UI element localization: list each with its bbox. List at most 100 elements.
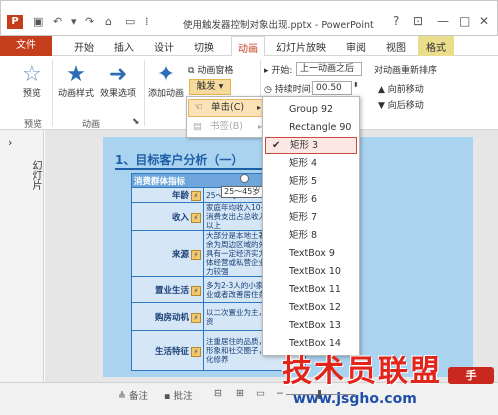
submenu-item[interactable]: 矩形 4 [265, 155, 357, 172]
dropdown-arrow-icon[interactable]: ▾ [71, 15, 77, 28]
trigger-menu: ☜ 单击(C) ▸ ▤ 书签(B) ▸ [186, 96, 268, 138]
notes-button[interactable]: ≜ 备注 [118, 388, 148, 402]
effect-options-label: 效果选项 [100, 89, 137, 99]
slideshow-icon[interactable]: ▭ [125, 15, 135, 28]
animation-tag-icon[interactable]: ⚡ [191, 285, 201, 296]
submenu-item[interactable]: 矩形 8 [265, 227, 357, 244]
slide-sorter-icon[interactable]: ⊞ [236, 388, 244, 399]
down-triangle-icon: ▼ [378, 101, 385, 111]
animation-tag-icon[interactable]: ⚡ [191, 191, 201, 201]
powerpoint-app-icon[interactable]: P [7, 15, 23, 29]
tab-slideshow[interactable]: 幻灯片放映 [276, 39, 326, 54]
normal-view-icon[interactable]: ⊟ [214, 388, 222, 399]
checkmark-icon: ✔ [272, 140, 281, 151]
tab-animations[interactable]: 动画 [231, 36, 265, 57]
close-button[interactable]: ✕ [479, 14, 489, 28]
title-underline [115, 168, 275, 170]
right-arrow-icon: ➜ [108, 62, 128, 87]
duration-label: 持续时间: [274, 85, 314, 95]
submenu-arrow-icon: ▸ [256, 103, 261, 112]
submenu-item[interactable]: Rectangle 90 [265, 119, 357, 136]
start-row: ▸ 开始: [264, 63, 292, 76]
reading-view-icon[interactable]: ▭ [256, 388, 265, 399]
effect-options-button[interactable]: ➜ 效果选项 [100, 62, 137, 100]
menu-item-bookmark: ▤ 书签(B) ▸ [188, 118, 267, 136]
menu-item-on-click[interactable]: ☜ 单击(C) ▸ [188, 99, 267, 117]
notes-label: 备注 [129, 391, 149, 402]
submenu-item[interactable]: 矩形 5 [265, 173, 357, 190]
row-label-motive: 购房动机 ⚡ [131, 302, 204, 331]
title-bar: P ▣ ↶ ▾ ↷ ⌂ ▭ ⁞ 使用触发器控制对象出现.pptx - Power… [0, 0, 498, 36]
move-later-button[interactable]: ▼ 向后移动 [378, 98, 424, 111]
move-earlier-label: 向前移动 [387, 85, 424, 95]
submenu-item-selected[interactable]: ✔ 矩形 3 [265, 137, 357, 154]
save-icon[interactable]: ▣ [33, 15, 43, 28]
row-label-age: 年龄 ⚡ [131, 187, 204, 203]
tab-transitions[interactable]: 切换 [194, 39, 214, 54]
thumbnail-pane-label: 幻灯片 [30, 160, 41, 190]
animation-tag-icon[interactable]: ⚡ [191, 312, 201, 323]
add-animation-label: 添加动画 [148, 89, 185, 99]
redo-icon[interactable]: ↷ [85, 15, 94, 28]
preview-star-icon: ☆ [22, 62, 42, 87]
duration-input[interactable]: 00.50 [312, 81, 352, 95]
start-dropdown[interactable]: 上一动画之后 [296, 62, 362, 76]
comments-button[interactable]: ▪ 批注 [164, 388, 193, 402]
submenu-item-label: 矩形 3 [290, 140, 319, 151]
preview-button[interactable]: ☆ 预览 [22, 62, 42, 100]
menu-item-label: 单击(C) [211, 102, 245, 113]
selected-shape-rectangle-3[interactable]: 25～45岁 [221, 186, 267, 198]
tab-file[interactable]: 文件 [0, 36, 52, 56]
dialog-launcher-icon[interactable]: ⬊ [132, 117, 140, 127]
rotation-handle[interactable] [240, 174, 249, 183]
trigger-button[interactable]: 触发 ▾ [189, 79, 231, 95]
group-label-animation: 动画 [82, 120, 101, 130]
submenu-item[interactable]: 矩形 6 [265, 191, 357, 208]
submenu-item[interactable]: TextBox 9 [265, 245, 357, 262]
animation-tag-icon[interactable]: ⚡ [191, 212, 201, 223]
watermark-badge: 手 [448, 367, 494, 384]
animation-pane-label: 动画窗格 [197, 66, 234, 76]
tab-review[interactable]: 审阅 [346, 39, 366, 54]
submenu-item[interactable]: TextBox 11 [265, 281, 357, 298]
tab-format[interactable]: 格式 [418, 36, 454, 56]
clock-icon: ◷ [264, 85, 272, 95]
row-label-lifestyle: 生活特征 ⚡ [131, 330, 204, 371]
submenu-item[interactable]: TextBox 13 [265, 317, 357, 334]
slide-title[interactable]: 1、目标客户分析（一） [115, 151, 243, 168]
present-icon[interactable]: ⌂ [105, 15, 112, 28]
watermark-url: www.jsgho.com [293, 391, 417, 407]
submenu-item[interactable]: TextBox 12 [265, 299, 357, 316]
add-animation-button[interactable]: ✦ 添加动画 [148, 64, 185, 100]
ribbon-display-icon[interactable]: ⊡ [413, 14, 423, 28]
animation-pane-button[interactable]: ⧉ 动画窗格 [188, 63, 233, 76]
tab-home[interactable]: 开始 [74, 39, 94, 54]
maximize-button[interactable]: □ [459, 14, 470, 28]
tab-view[interactable]: 视图 [386, 39, 406, 54]
animation-styles-button[interactable]: ★ 动画样式 [58, 64, 94, 100]
bookmark-icon: ▤ [193, 121, 202, 132]
customize-quick-access-icon[interactable]: ⁞ [145, 15, 149, 28]
animation-tag-icon[interactable]: ⚡ [191, 346, 201, 357]
watermark-logo-text: 技术员联盟 [282, 354, 442, 389]
row-label-housing: 置业生活 ⚡ [131, 276, 204, 303]
help-button[interactable]: ? [393, 14, 399, 28]
menu-item-label: 书签(B) [210, 121, 243, 132]
animation-tag-icon[interactable]: ⚡ [191, 249, 201, 260]
reorder-title: 对动画重新排序 [374, 66, 438, 76]
duration-value: 00.50 [316, 83, 342, 93]
chevron-down-icon: ▾ [218, 81, 224, 92]
duration-spinner-icon[interactable]: ⬍ [353, 81, 359, 89]
move-earlier-button[interactable]: ▲ 向前移动 [378, 82, 424, 95]
submenu-item[interactable]: 矩形 7 [265, 209, 357, 226]
tab-insert[interactable]: 插入 [114, 39, 134, 54]
collapse-arrow-icon[interactable]: › [8, 136, 12, 149]
window-title: 使用触发器控制对象出现.pptx - PowerPoint [183, 20, 374, 31]
submenu-item[interactable]: Group 92 [265, 101, 357, 118]
comments-icon: ▪ [164, 391, 171, 402]
submenu-item[interactable]: TextBox 10 [265, 263, 357, 280]
minimize-button[interactable]: — [437, 14, 449, 28]
tab-design[interactable]: 设计 [154, 39, 174, 54]
start-icon: ▸ [264, 66, 269, 76]
undo-icon[interactable]: ↶ [53, 15, 62, 28]
